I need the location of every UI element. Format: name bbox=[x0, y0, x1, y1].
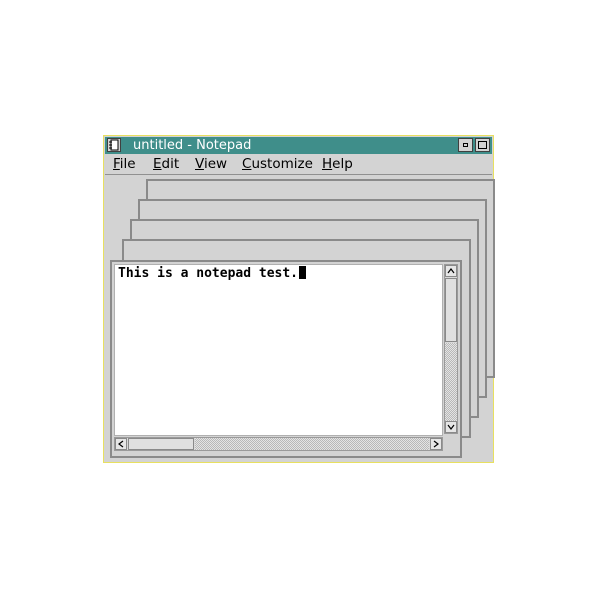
maximize-icon bbox=[478, 141, 487, 149]
notepad-window: untitled - Notepad File Edit View Custom… bbox=[103, 135, 495, 463]
editor-text: This is a notepad test. bbox=[118, 266, 299, 281]
vertical-scroll-thumb[interactable] bbox=[445, 278, 457, 342]
scroll-right-icon[interactable] bbox=[430, 438, 442, 450]
scroll-down-icon[interactable] bbox=[445, 421, 457, 433]
horizontal-scrollbar[interactable] bbox=[114, 437, 443, 451]
horizontal-scroll-track[interactable] bbox=[195, 438, 429, 450]
menu-edit[interactable]: Edit bbox=[153, 156, 179, 172]
menu-customize-label: ustomize bbox=[251, 156, 313, 172]
menu-bar: File Edit View Customize Help bbox=[105, 155, 492, 175]
vertical-scrollbar[interactable] bbox=[444, 264, 458, 434]
menu-edit-label: dit bbox=[161, 156, 180, 172]
menu-file-label: ile bbox=[119, 156, 136, 172]
text-editor[interactable]: This is a notepad test. bbox=[114, 264, 443, 436]
minimize-button[interactable] bbox=[458, 138, 473, 152]
title-bar[interactable]: untitled - Notepad bbox=[105, 137, 492, 154]
menu-view[interactable]: View bbox=[195, 156, 227, 172]
scroll-up-icon[interactable] bbox=[445, 265, 457, 277]
maximize-button[interactable] bbox=[475, 138, 490, 152]
window-title: untitled - Notepad bbox=[133, 138, 252, 153]
minimize-icon bbox=[463, 143, 468, 147]
active-document-page: This is a notepad test. bbox=[110, 260, 462, 458]
menu-customize[interactable]: Customize bbox=[242, 156, 313, 172]
vertical-scroll-track[interactable] bbox=[445, 343, 457, 421]
menu-edit-mnemonic: E bbox=[153, 156, 162, 172]
scroll-left-icon[interactable] bbox=[115, 438, 127, 450]
horizontal-scroll-thumb[interactable] bbox=[128, 438, 194, 450]
menu-file[interactable]: File bbox=[113, 156, 136, 172]
system-menu-icon[interactable] bbox=[107, 138, 121, 152]
menu-file-mnemonic: F bbox=[113, 156, 120, 172]
menu-help-mnemonic: H bbox=[322, 156, 333, 172]
text-cursor bbox=[299, 266, 307, 279]
menu-view-label: iew bbox=[203, 156, 228, 172]
menu-help-label: elp bbox=[332, 156, 353, 172]
menu-view-mnemonic: V bbox=[195, 156, 204, 172]
menu-help[interactable]: Help bbox=[322, 156, 353, 172]
